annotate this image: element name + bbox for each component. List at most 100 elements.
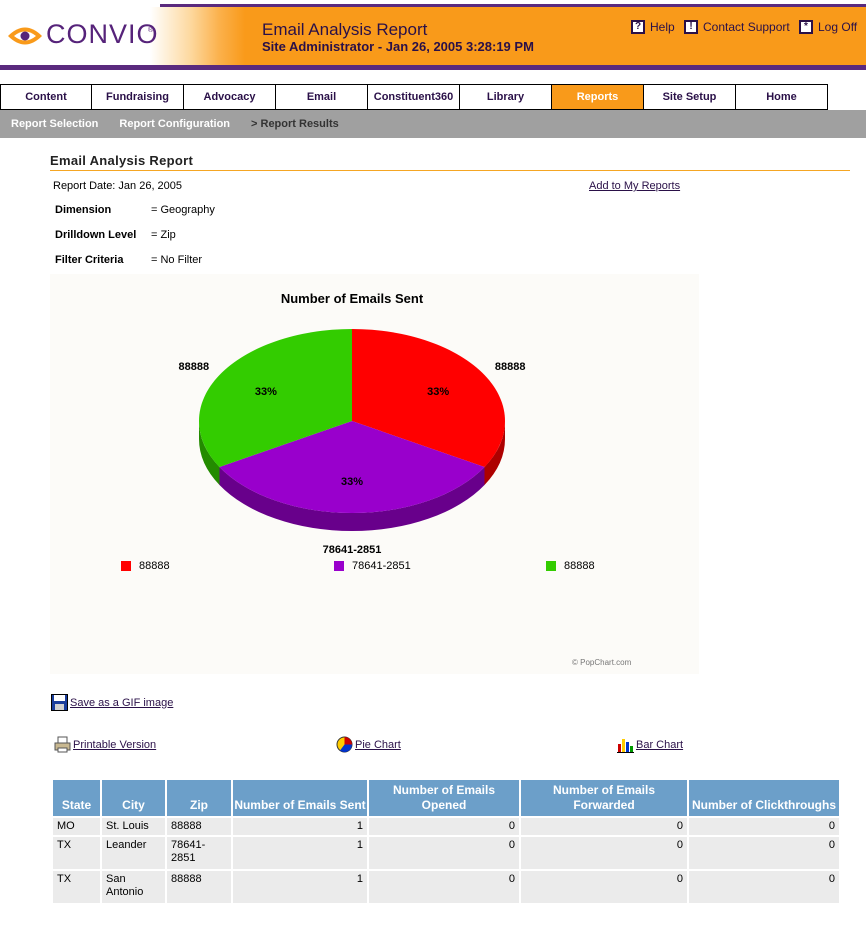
subnav-report-configuration[interactable]: Report Configuration (119, 118, 230, 130)
log-off-label: Log Off (818, 20, 858, 34)
cell-city: Leander (102, 837, 165, 869)
title-divider (50, 170, 850, 171)
column-header-state: State (53, 780, 100, 816)
table-row: MO St. Louis 88888 1 0 0 0 (53, 818, 839, 835)
tab-reports[interactable]: Reports (552, 84, 644, 110)
column-header-emails-forwarded: Number of Emails Forwarded (521, 780, 687, 816)
tab-home[interactable]: Home (736, 84, 828, 110)
log-off-link[interactable]: * Log Off (799, 20, 857, 34)
header-subtitle: Site Administrator - Jan 26, 2005 3:28:1… (262, 39, 534, 54)
tab-fundraising[interactable]: Fundraising (92, 84, 184, 110)
subnav-report-results: > Report Results (251, 118, 339, 130)
cell-state: TX (53, 837, 100, 869)
cell-emails-forwarded: 0 (521, 837, 687, 869)
chart-title: Number of Emails Sent (281, 291, 424, 306)
cell-emails-opened: 0 (369, 818, 519, 835)
cell-city: San Antonio (102, 871, 165, 903)
help-link[interactable]: ? Help (631, 20, 675, 34)
header-title: Email Analysis Report (262, 20, 428, 39)
floppy-disk-icon (51, 694, 68, 711)
cell-state: MO (53, 818, 100, 835)
cell-zip: 88888 (167, 818, 231, 835)
pie-chart-svg: Number of Emails Sent 33% 88888 33% 78641-28… (179, 291, 526, 556)
legend-label: 78641-2851 (352, 560, 411, 572)
meta-value: = Zip (151, 229, 176, 241)
pie-chart-link[interactable]: Pie Chart (336, 736, 401, 753)
meta-key: Dimension (55, 204, 112, 216)
save-gif-link[interactable]: Save as a GIF image (51, 694, 173, 711)
cell-zip: 78641-2851 (167, 837, 231, 869)
page-title: Email Analysis Report (50, 153, 194, 168)
cell-zip: 88888 (167, 871, 231, 903)
save-gif-label: Save as a GIF image (70, 696, 174, 709)
cell-state: TX (53, 871, 100, 903)
printable-version-label: Printable Version (73, 738, 157, 751)
cell-emails-opened: 0 (369, 871, 519, 903)
results-table: State City Zip Number of Emails Sent Num… (51, 778, 841, 905)
meta-filter: Filter Criteria = No Filter (55, 254, 202, 266)
logo-registered-mark: ® (148, 27, 154, 34)
legend-item: 78641-2851 (334, 560, 411, 572)
meta-key: Filter Criteria (55, 254, 124, 266)
cell-emails-sent: 1 (233, 818, 367, 835)
top-stripe (0, 0, 866, 7)
meta-key: Drilldown Level (55, 229, 137, 241)
contact-support-label: Contact Support (703, 20, 790, 34)
cell-city: St. Louis (102, 818, 165, 835)
column-header-city: City (102, 780, 165, 816)
convio-logo-icon (8, 27, 42, 45)
pie-chart: Number of Emails Sent 33% 88888 33% 78641-28… (50, 274, 699, 674)
printable-version-link[interactable]: Printable Version (54, 736, 156, 753)
legend-swatch (121, 561, 131, 571)
logo: CONVIO ® (0, 7, 245, 65)
legend-swatch (334, 561, 344, 571)
column-header-zip: Zip (167, 780, 231, 816)
legend-swatch (546, 561, 556, 571)
slice-percent-label: 33% (341, 476, 363, 488)
legend-label: 88888 (139, 560, 170, 572)
tab-advocacy[interactable]: Advocacy (184, 84, 276, 110)
slice-outer-label: 78641-2851 (323, 544, 382, 556)
legend-label: 88888 (564, 560, 595, 572)
report-date: Report Date: Jan 26, 2005 (53, 180, 183, 192)
slice-outer-label: 88888 (179, 361, 210, 373)
contact-support-link[interactable]: ! Contact Support (684, 20, 790, 34)
tab-site-setup[interactable]: Site Setup (644, 84, 736, 110)
logo-text: CONVIO (46, 19, 159, 49)
help-label: Help (650, 20, 675, 34)
bar-chart-icon (617, 736, 634, 753)
slice-percent-label: 33% (427, 386, 449, 398)
pie-chart-label: Pie Chart (355, 738, 401, 751)
cell-emails-sent: 1 (233, 871, 367, 903)
slice-outer-label: 88888 (495, 361, 526, 373)
cell-emails-forwarded: 0 (521, 871, 687, 903)
asterisk-icon: * (799, 20, 813, 34)
sub-nav: Report Selection Report Configuration > … (0, 110, 866, 138)
tab-constituent360[interactable]: Constituent360 (368, 84, 460, 110)
tab-email[interactable]: Email (276, 84, 368, 110)
chart-credit: © PopChart.com (572, 658, 632, 667)
tab-library[interactable]: Library (460, 84, 552, 110)
table-row: TX San Antonio 88888 1 0 0 0 (53, 871, 839, 903)
legend-item: 88888 (121, 560, 170, 572)
cell-clickthroughs: 0 (689, 818, 839, 835)
main-nav: Content Fundraising Advocacy Email Const… (0, 84, 828, 110)
exclamation-icon: ! (684, 20, 698, 34)
cell-emails-forwarded: 0 (521, 818, 687, 835)
slice-percent-label: 33% (255, 386, 277, 398)
column-header-emails-opened: Number of Emails Opened (369, 780, 519, 816)
question-icon: ? (631, 20, 645, 34)
subnav-report-selection[interactable]: Report Selection (11, 118, 98, 130)
cell-clickthroughs: 0 (689, 871, 839, 903)
meta-value: = No Filter (151, 254, 203, 266)
pie-chart-icon (336, 736, 353, 753)
add-to-my-reports-link[interactable]: Add to My Reports (589, 180, 680, 192)
column-header-clickthroughs: Number of Clickthroughs (689, 780, 839, 816)
meta-drilldown: Drilldown Level = Zip (55, 229, 176, 241)
header-divider (0, 65, 866, 70)
table-row: TX Leander 78641-2851 1 0 0 0 (53, 837, 839, 869)
bar-chart-link[interactable]: Bar Chart (617, 736, 683, 753)
tab-content[interactable]: Content (0, 84, 92, 110)
bar-chart-label: Bar Chart (636, 738, 684, 751)
legend-item: 88888 (546, 560, 595, 572)
